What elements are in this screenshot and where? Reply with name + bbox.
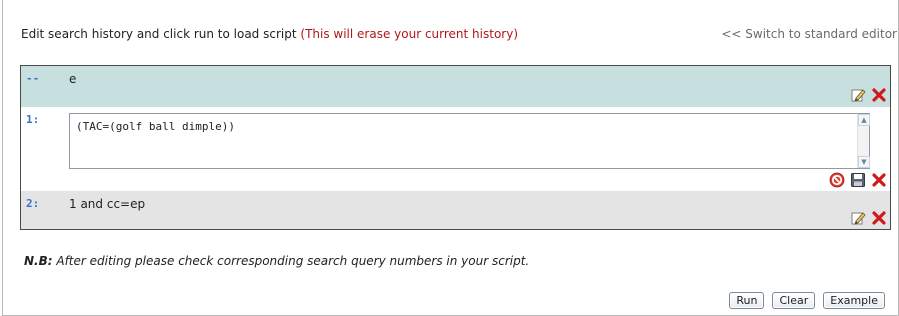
vertical-scrollbar[interactable]: ▲ ▼ (857, 114, 870, 168)
note-text: After editing please check corresponding… (56, 254, 530, 268)
edit-icon[interactable] (850, 210, 866, 226)
delete-icon[interactable] (871, 87, 887, 103)
history-row-editing: 1: (TAC=(golf ball dimple)) ▲ ▼ (21, 107, 890, 191)
warning-text: (This will erase your current history) (300, 27, 519, 41)
row-number: 2: (26, 197, 40, 210)
row-number: -- (26, 72, 40, 85)
example-button[interactable]: Example (823, 292, 885, 309)
delete-icon[interactable] (871, 210, 887, 226)
delete-icon[interactable] (871, 172, 887, 188)
cancel-icon[interactable] (829, 172, 845, 188)
query-text: e (69, 72, 77, 86)
script-editor-panel: Edit search history and click run to loa… (2, 0, 899, 316)
scroll-up-arrow-icon[interactable]: ▲ (858, 114, 870, 126)
note-label: N.B: (24, 254, 53, 268)
header: Edit search history and click run to loa… (21, 27, 897, 43)
row-actions (850, 87, 887, 103)
query-edit-field[interactable]: (TAC=(golf ball dimple)) (69, 113, 870, 169)
run-button[interactable]: Run (729, 292, 765, 309)
instruction-label: Edit search history and click run to loa… (21, 27, 297, 41)
action-buttons: Run Clear Example (729, 292, 885, 309)
history-row: 2: 1 and cc=ep (21, 191, 890, 229)
row-actions (829, 172, 887, 188)
query-text: 1 and cc=ep (69, 197, 146, 211)
history-script-editor: -- e 1: (TAC=(golf ball dimple)) ▲ ▼ 2: … (20, 65, 891, 230)
row-actions (850, 210, 887, 226)
row-number: 1: (26, 113, 40, 126)
clear-button[interactable]: Clear (772, 292, 816, 309)
editing-note: N.B: After editing please check correspo… (24, 254, 529, 268)
history-row: -- e (21, 66, 890, 107)
scroll-down-arrow-icon[interactable]: ▼ (858, 156, 870, 168)
instruction-text: Edit search history and click run to loa… (21, 27, 518, 41)
switch-to-standard-editor-link[interactable]: << Switch to standard editor (721, 27, 897, 41)
edit-icon[interactable] (850, 87, 866, 103)
save-icon[interactable] (850, 172, 866, 188)
